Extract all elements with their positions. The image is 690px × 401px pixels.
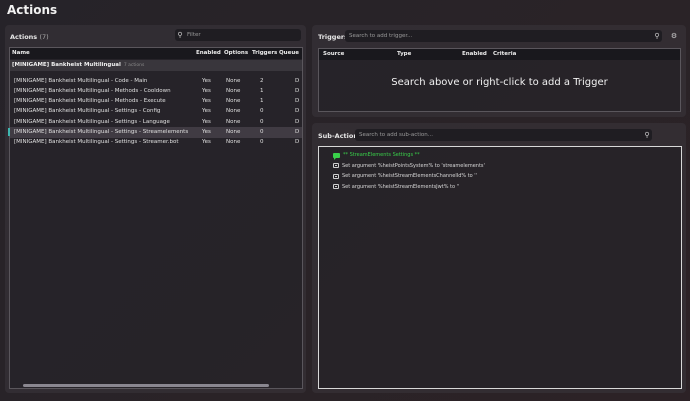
action-row[interactable]: [MINIGAME] Bankheist Multilingual - Sett… — [10, 138, 302, 148]
action-enabled: Yes — [202, 128, 211, 135]
column-triggers[interactable]: Triggers — [252, 50, 277, 56]
argument-icon — [333, 173, 339, 179]
column-source[interactable]: Source — [323, 51, 344, 57]
action-triggers: 0 — [260, 128, 264, 135]
actions-table: Name Enabled Options Triggers Queue [MIN… — [8, 47, 303, 389]
action-rows: [MINIGAME] Bankheist Multilingual - Code… — [8, 76, 302, 148]
subaction-text: ** StreamElements Settings ** — [343, 152, 420, 159]
action-row[interactable]: [MINIGAME] Bankheist Multilingual - Code… — [10, 76, 302, 86]
group-name: [MINIGAME] Bankheist Multilingual — [12, 62, 121, 68]
argument-icon — [333, 184, 339, 190]
action-name: [MINIGAME] Bankheist Multilingual - Meth… — [14, 87, 171, 94]
action-options: None — [226, 98, 241, 105]
subaction-text: Set argument %heistStreamElementsChannel… — [342, 173, 478, 180]
action-row[interactable]: [MINIGAME] Bankheist Multilingual - Meth… — [10, 86, 302, 96]
action-queue: D — [295, 118, 300, 125]
action-enabled: Yes — [202, 87, 211, 94]
column-queue[interactable]: Queue — [279, 50, 299, 56]
triggers-table: Source Type Enabled Criteria Search abov… — [318, 48, 681, 112]
subactions-list-box: ** StreamElements Settings ** Set argumen… — [318, 146, 682, 389]
action-options: None — [226, 77, 241, 84]
settings-icon[interactable]: ⚙ — [669, 31, 679, 41]
action-triggers: 2 — [260, 77, 264, 84]
action-name: [MINIGAME] Bankheist Multilingual - Code… — [14, 77, 148, 84]
action-queue: D — [295, 108, 300, 115]
subaction-group[interactable]: ** StreamElements Settings ** — [333, 150, 681, 161]
search-icon: ⚲ — [177, 31, 183, 39]
action-triggers: 0 — [260, 108, 264, 115]
actions-table-header: Name Enabled Options Triggers Queue — [10, 48, 302, 59]
column-options[interactable]: Options — [224, 50, 248, 56]
action-options: None — [226, 108, 241, 115]
action-queue: D — [295, 98, 300, 105]
action-enabled: Yes — [202, 118, 211, 125]
action-queue: D — [295, 77, 300, 84]
triggers-panel: Triggers ⚲ ⚙ Source Type Enabled Criteri… — [312, 25, 686, 117]
search-icon[interactable]: ⚲ — [652, 32, 662, 40]
subactions-list: ** StreamElements Settings ** Set argumen… — [333, 150, 681, 192]
subaction-item[interactable]: Set argument %heistPointsSystem% to 'str… — [333, 161, 681, 172]
group-count: 7 actions — [123, 63, 145, 68]
argument-icon — [333, 163, 339, 169]
column-enabled[interactable]: Enabled — [196, 50, 221, 56]
actions-count: (7) — [39, 33, 49, 41]
app-title: Actions — [7, 3, 58, 17]
action-enabled: Yes — [202, 77, 211, 84]
subactions-panel: Sub-Actions ⚲ ** StreamElements Settings… — [312, 123, 686, 393]
subaction-text: Set argument %heistPointsSystem% to 'str… — [342, 162, 485, 169]
chat-icon — [333, 152, 340, 160]
action-enabled: Yes — [202, 108, 211, 115]
subaction-item[interactable]: Set argument %heistStreamElementsChannel… — [333, 171, 681, 182]
action-options: None — [226, 87, 241, 94]
action-triggers: 1 — [260, 98, 264, 105]
subaction-search[interactable]: ⚲ — [355, 129, 652, 141]
action-triggers: 1 — [260, 87, 264, 94]
action-queue: D — [295, 128, 300, 135]
action-options: None — [226, 128, 241, 135]
action-row[interactable]: [MINIGAME] Bankheist Multilingual - Sett… — [8, 127, 302, 138]
action-name: [MINIGAME] Bankheist Multilingual - Sett… — [14, 139, 179, 146]
action-options: None — [226, 139, 241, 146]
action-triggers: 0 — [260, 118, 264, 125]
action-name: [MINIGAME] Bankheist Multilingual - Sett… — [14, 118, 170, 125]
action-queue: D — [295, 87, 300, 94]
column-enabled[interactable]: Enabled — [462, 51, 487, 57]
action-name: [MINIGAME] Bankheist Multilingual - Sett… — [14, 108, 161, 115]
triggers-table-header: Source Type Enabled Criteria — [319, 49, 680, 60]
actions-filter[interactable]: ⚲ — [175, 29, 301, 41]
triggers-panel-title: Triggers — [318, 33, 348, 41]
filter-input[interactable] — [185, 32, 301, 38]
action-triggers: 0 — [260, 139, 264, 146]
action-options: None — [226, 118, 241, 125]
subaction-text: Set argument %heistStreamElementsJwt% to… — [342, 183, 460, 190]
trigger-search[interactable]: ⚲ — [345, 30, 662, 42]
action-row[interactable]: [MINIGAME] Bankheist Multilingual - Sett… — [10, 117, 302, 127]
subaction-item[interactable]: Set argument %heistStreamElementsJwt% to… — [333, 182, 681, 193]
action-name: [MINIGAME] Bankheist Multilingual - Sett… — [14, 128, 189, 135]
action-row[interactable]: [MINIGAME] Bankheist Multilingual - Sett… — [10, 107, 302, 117]
actions-title-label: Actions — [10, 33, 38, 41]
search-icon[interactable]: ⚲ — [642, 131, 652, 139]
actions-panel: Actions (7) ⚲ Name Enabled Options Trigg… — [5, 25, 306, 393]
triggers-empty-message: Search above or right-click to add a Tri… — [391, 77, 608, 88]
action-enabled: Yes — [202, 139, 211, 146]
action-row[interactable]: [MINIGAME] Bankheist Multilingual - Meth… — [10, 97, 302, 107]
action-queue: D — [295, 139, 300, 146]
action-enabled: Yes — [202, 98, 211, 105]
subaction-search-input[interactable] — [355, 132, 642, 138]
action-name: [MINIGAME] Bankheist Multilingual - Meth… — [14, 98, 166, 105]
group-row[interactable]: [MINIGAME] Bankheist Multilingual 7 actio… — [10, 60, 302, 71]
column-name[interactable]: Name — [12, 50, 30, 56]
column-criteria[interactable]: Criteria — [493, 51, 516, 57]
trigger-search-input[interactable] — [345, 33, 652, 39]
actions-panel-title: Actions (7) — [10, 33, 49, 41]
horizontal-scrollbar[interactable] — [23, 384, 269, 387]
column-type[interactable]: Type — [397, 51, 411, 57]
